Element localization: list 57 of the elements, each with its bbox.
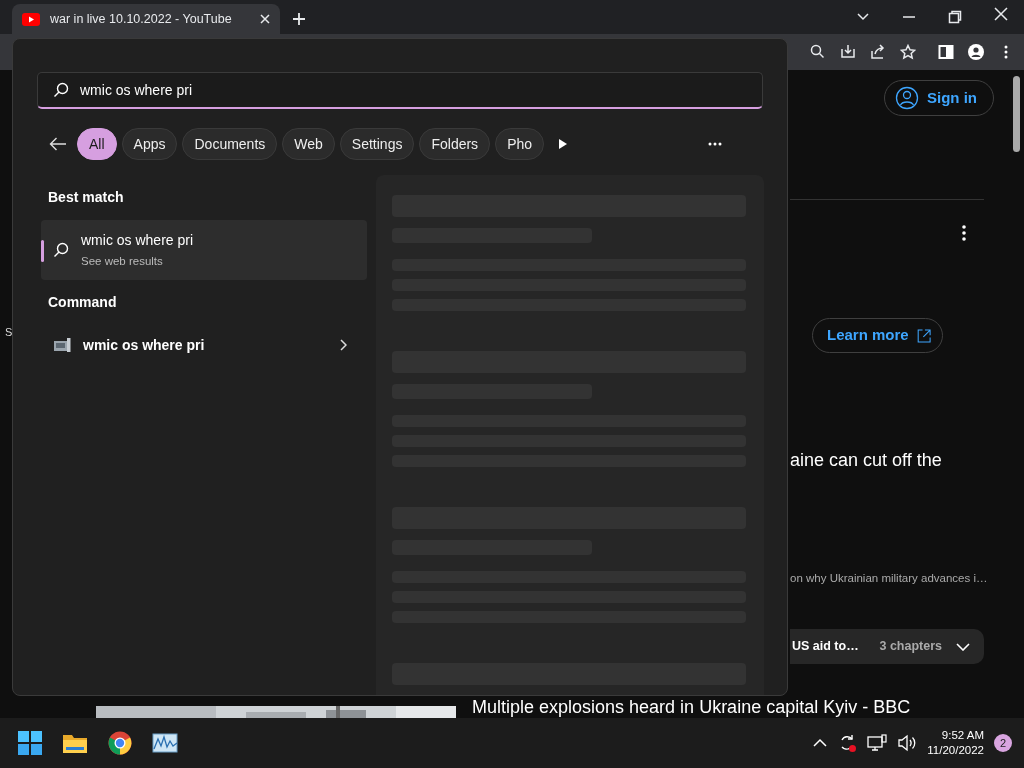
back-arrow-icon[interactable]: [49, 137, 67, 151]
new-tab-icon[interactable]: [292, 12, 306, 26]
download-icon[interactable]: [840, 44, 856, 60]
result-item[interactable]: wmic os where pri: [41, 325, 367, 365]
restore-icon[interactable]: [948, 10, 962, 24]
more-icon[interactable]: [962, 225, 966, 241]
external-link-icon: [916, 326, 931, 345]
filter-tab[interactable]: Pho: [495, 128, 545, 160]
more-icon[interactable]: [708, 142, 723, 146]
filter-tab[interactable]: Settings: [339, 128, 415, 160]
filter-tab[interactable]: All: [77, 128, 117, 160]
chevron-up-icon[interactable]: [813, 738, 828, 748]
tab-title: war in live 10.10.2022 - YouTube: [50, 10, 233, 28]
play-icon[interactable]: [558, 138, 569, 150]
chart-window-icon[interactable]: [152, 732, 178, 754]
chapters-count: 3 chapters: [879, 638, 942, 656]
clock-date[interactable]: 11/20/2022: [927, 743, 984, 758]
account-icon: [895, 86, 919, 110]
filter-tab[interactable]: Apps: [121, 128, 178, 160]
edge-text: S: [5, 325, 13, 340]
chapter-title: US aid to…: [792, 638, 859, 656]
chevron-right-icon: [340, 339, 347, 351]
result-title: wmic os where pri: [81, 230, 195, 250]
start-icon[interactable]: [18, 731, 42, 755]
browser-tab[interactable]: war in live 10.10.2022 - YouTube: [12, 4, 280, 34]
clock-time[interactable]: 9:52 AM: [927, 728, 984, 743]
selection-accent: [41, 240, 44, 262]
chapters-bar[interactable]: US aid to… 3 chapters: [790, 629, 984, 665]
filter-tab[interactable]: Documents: [182, 128, 278, 160]
close-icon[interactable]: [260, 14, 270, 24]
result-item[interactable]: wmic os where pri See web results: [41, 220, 367, 280]
scrollbar-thumb[interactable]: [1013, 76, 1020, 152]
network-icon[interactable]: [867, 734, 888, 752]
section-heading: Command: [48, 293, 118, 312]
share-icon[interactable]: [870, 44, 886, 60]
notification-badge[interactable]: 2: [994, 734, 1012, 752]
side-panel-icon[interactable]: [938, 44, 954, 60]
folder-icon[interactable]: [62, 732, 88, 754]
search-icon: [53, 242, 69, 258]
search-icon[interactable]: [810, 44, 826, 60]
search-field[interactable]: wmic os where pri: [37, 72, 763, 109]
star-icon[interactable]: [900, 44, 916, 60]
result-subtitle: See web results: [81, 253, 164, 269]
computer-icon: [53, 336, 71, 354]
video-description: on why Ukrainian military advances i…: [790, 571, 988, 586]
volume-icon[interactable]: [897, 734, 918, 752]
result-title: wmic os where pri: [83, 335, 206, 355]
browser-icon[interactable]: [108, 731, 132, 755]
video-title: aine can cut off the: [790, 449, 943, 472]
chevron-down-icon: [956, 642, 970, 651]
close-icon[interactable]: [994, 7, 1008, 21]
section-heading: Best match: [48, 188, 125, 207]
filter-tab[interactable]: Folders: [419, 128, 491, 160]
next-video-title: Multiple explosions heard in Ukraine capital Kyiv - BBC: [472, 696, 911, 718]
filter-tab[interactable]: Web: [282, 128, 335, 160]
play-logo-icon: [22, 12, 40, 26]
profile-icon[interactable]: [968, 44, 984, 60]
